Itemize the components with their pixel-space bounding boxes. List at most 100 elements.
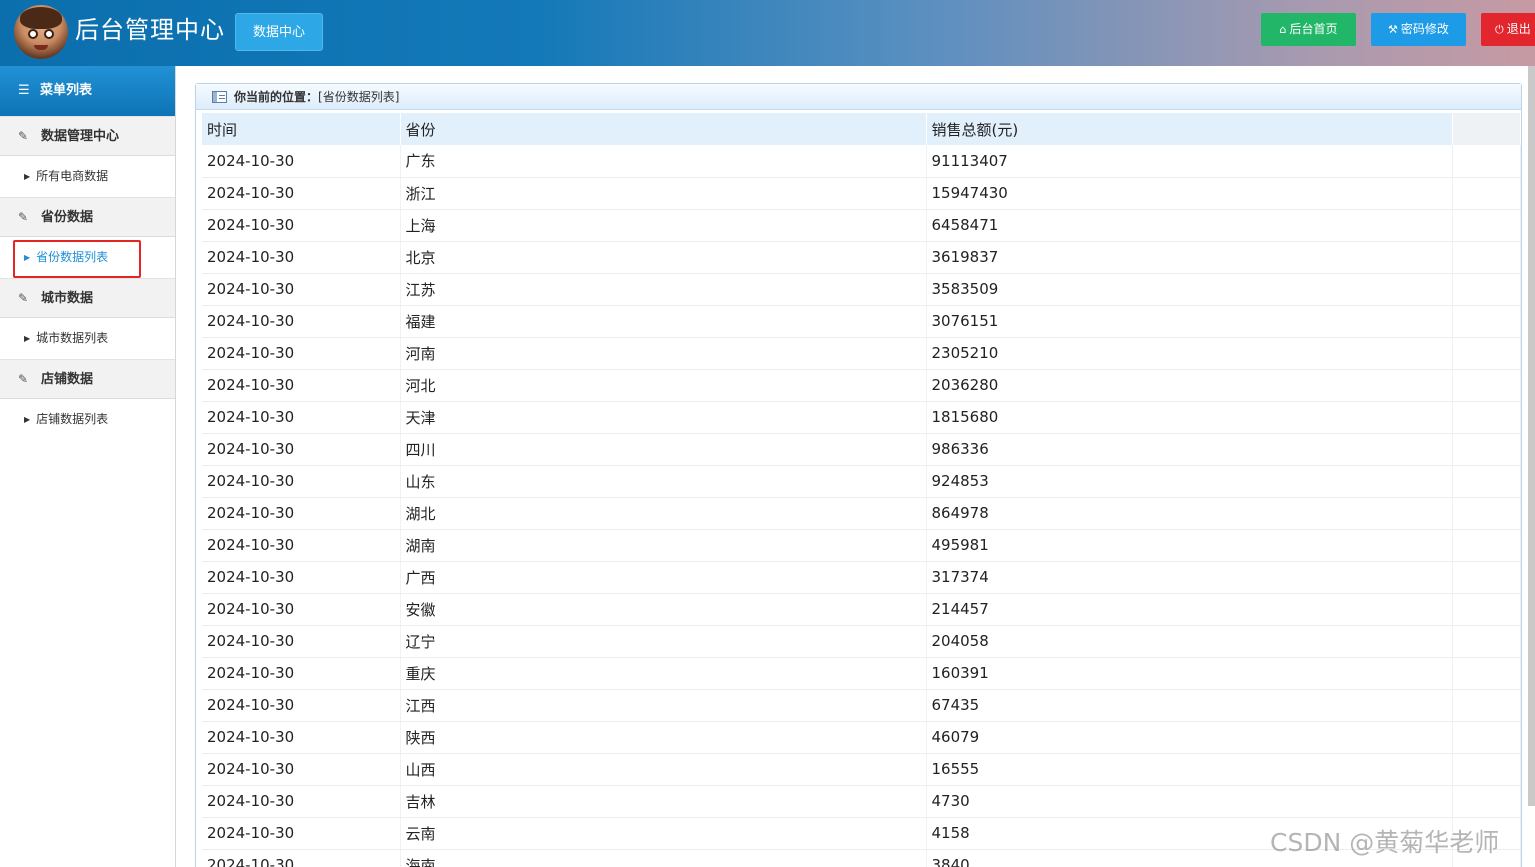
province-cell: 广东 <box>400 145 927 178</box>
sales-cell: 214457 <box>926 593 1453 626</box>
empty-cell <box>1452 401 1521 434</box>
sales-cell: 2305210 <box>926 337 1453 370</box>
empty-cell <box>1452 145 1521 178</box>
date-cell: 2024-10-30 <box>202 209 401 242</box>
change-password-button[interactable]: ⚒ 密码修改 <box>1371 13 1466 46</box>
avatar <box>14 5 68 59</box>
breadcrumb-label: 你当前的位置： <box>234 90 319 104</box>
table-row[interactable]: 2024-10-30 湖南 495981 <box>202 529 1521 562</box>
province-cell: 陕西 <box>400 721 927 754</box>
scrollbar-thumb[interactable] <box>1528 66 1535 806</box>
empty-cell <box>1452 209 1521 242</box>
sales-cell: 924853 <box>926 465 1453 498</box>
data-center-button[interactable]: 数据中心 <box>235 13 323 51</box>
table-row[interactable]: 2024-10-30 安徽 214457 <box>202 593 1521 626</box>
table-row[interactable]: 2024-10-30 四川 986336 <box>202 433 1521 466</box>
date-cell: 2024-10-30 <box>202 241 401 274</box>
date-cell: 2024-10-30 <box>202 593 401 626</box>
sidebar: ☰ 菜单列表 ✎ 数据管理中心 ▶ 所有电商数据 ✎ 省份数据 ▶ 省份数据列表 ✎ 城市数… <box>0 66 176 867</box>
table-row[interactable]: 2024-10-30 江西 67435 <box>202 689 1521 722</box>
menu-header: ☰ 菜单列表 <box>0 66 175 116</box>
date-cell: 2024-10-30 <box>202 561 401 594</box>
sales-cell: 4730 <box>926 785 1453 818</box>
empty-cell <box>1452 561 1521 594</box>
column-header-sales-total[interactable]: 销售总额(元) <box>926 113 1453 145</box>
sales-cell: 317374 <box>926 561 1453 594</box>
table-row[interactable]: 2024-10-30 山东 924853 <box>202 465 1521 498</box>
province-cell: 北京 <box>400 241 927 274</box>
province-cell: 河南 <box>400 337 927 370</box>
date-cell: 2024-10-30 <box>202 785 401 818</box>
table-row[interactable]: 2024-10-30 上海 6458471 <box>202 209 1521 242</box>
table-row[interactable]: 2024-10-30 湖北 864978 <box>202 497 1521 530</box>
province-cell: 海南 <box>400 849 927 867</box>
empty-cell <box>1452 337 1521 370</box>
home-button[interactable]: ⌂ 后台首页 <box>1261 13 1356 46</box>
province-cell: 江苏 <box>400 273 927 306</box>
sales-cell: 160391 <box>926 657 1453 690</box>
sidebar-item-shop-data-list[interactable]: ▶ 店铺数据列表 <box>0 399 175 440</box>
top-header: 后台管理中心 数据中心 ⌂ 后台首页 ⚒ 密码修改 ⏻ 退出 <box>0 0 1535 66</box>
sidebar-item-province-data-list[interactable]: ▶ 省份数据列表 <box>0 237 175 278</box>
province-cell: 广西 <box>400 561 927 594</box>
table-row[interactable]: 2024-10-30 北京 3619837 <box>202 241 1521 274</box>
table-row[interactable]: 2024-10-30 吉林 4730 <box>202 785 1521 818</box>
power-icon: ⏻ <box>1495 23 1504 36</box>
empty-cell <box>1452 241 1521 274</box>
table-row[interactable]: 2024-10-30 河北 2036280 <box>202 369 1521 402</box>
table-row[interactable]: 2024-10-30 广东 91113407 <box>202 145 1521 178</box>
province-cell: 四川 <box>400 433 927 466</box>
sidebar-group-data-management[interactable]: ✎ 数据管理中心 <box>0 116 175 156</box>
table-row[interactable]: 2024-10-30 浙江 15947430 <box>202 177 1521 210</box>
sales-cell: 864978 <box>926 497 1453 530</box>
home-icon: ⌂ <box>1279 23 1287 36</box>
sales-cell: 986336 <box>926 433 1453 466</box>
table-row[interactable]: 2024-10-30 河南 2305210 <box>202 337 1521 370</box>
table-row[interactable]: 2024-10-30 重庆 160391 <box>202 657 1521 690</box>
sales-cell: 495981 <box>926 529 1453 562</box>
edit-icon: ✎ <box>18 291 29 305</box>
date-cell: 2024-10-30 <box>202 497 401 530</box>
date-cell: 2024-10-30 <box>202 529 401 562</box>
caret-right-icon: ▶ <box>24 334 31 343</box>
date-cell: 2024-10-30 <box>202 433 401 466</box>
province-data-table: 时间 省份 销售总额(元) 2024-10-30 广东 91113407 2024-1… <box>202 113 1521 867</box>
sidebar-item-all-ecommerce-data[interactable]: ▶ 所有电商数据 <box>0 156 175 197</box>
table-row[interactable]: 2024-10-30 陕西 46079 <box>202 721 1521 754</box>
province-cell: 上海 <box>400 209 927 242</box>
wrench-icon: ⚒ <box>1388 23 1398 36</box>
sidebar-item-city-data-list[interactable]: ▶ 城市数据列表 <box>0 318 175 359</box>
province-cell: 江西 <box>400 689 927 722</box>
empty-cell <box>1452 785 1521 818</box>
sidebar-group-city-data[interactable]: ✎ 城市数据 <box>0 278 175 318</box>
sidebar-group-shop-data[interactable]: ✎ 店铺数据 <box>0 359 175 399</box>
sidebar-group-province-data[interactable]: ✎ 省份数据 <box>0 197 175 237</box>
empty-cell <box>1452 721 1521 754</box>
table-row[interactable]: 2024-10-30 山西 16555 <box>202 753 1521 786</box>
column-header-time[interactable]: 时间 <box>202 113 401 145</box>
sales-cell: 67435 <box>926 689 1453 722</box>
date-cell: 2024-10-30 <box>202 753 401 786</box>
province-cell: 辽宁 <box>400 625 927 658</box>
table-header-row: 时间 省份 销售总额(元) <box>202 113 1521 145</box>
province-cell: 天津 <box>400 401 927 434</box>
date-cell: 2024-10-30 <box>202 817 401 850</box>
date-cell: 2024-10-30 <box>202 369 401 402</box>
sales-cell: 6458471 <box>926 209 1453 242</box>
sales-cell: 3619837 <box>926 241 1453 274</box>
edit-icon: ✎ <box>18 372 29 386</box>
table-row[interactable]: 2024-10-30 江苏 3583509 <box>202 273 1521 306</box>
empty-cell <box>1452 433 1521 466</box>
logout-button[interactable]: ⏻ 退出 <box>1481 13 1535 46</box>
province-cell: 云南 <box>400 817 927 850</box>
highlight-box <box>13 240 141 278</box>
table-row[interactable]: 2024-10-30 福建 3076151 <box>202 305 1521 338</box>
date-cell: 2024-10-30 <box>202 145 401 178</box>
table-row[interactable]: 2024-10-30 广西 317374 <box>202 561 1521 594</box>
sales-cell: 3076151 <box>926 305 1453 338</box>
table-row[interactable]: 2024-10-30 天津 1815680 <box>202 401 1521 434</box>
sales-cell: 3583509 <box>926 273 1453 306</box>
sales-cell: 1815680 <box>926 401 1453 434</box>
column-header-province[interactable]: 省份 <box>400 113 927 145</box>
table-row[interactable]: 2024-10-30 辽宁 204058 <box>202 625 1521 658</box>
